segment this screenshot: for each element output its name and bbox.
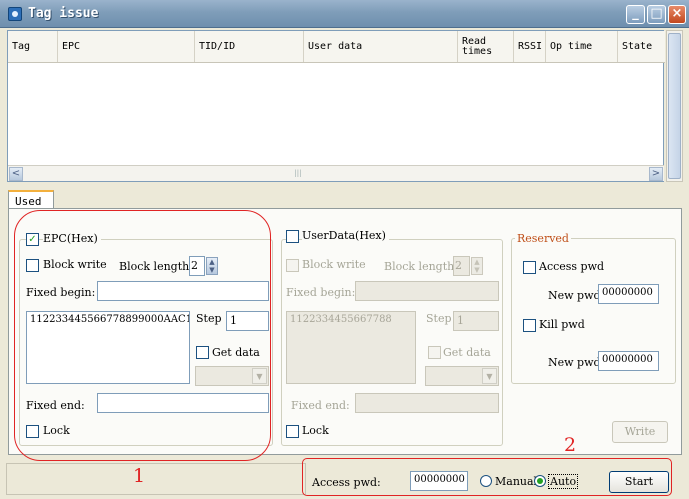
userdata-hex-checkbox[interactable] bbox=[286, 230, 299, 243]
userdata-block-length-label: Block length: bbox=[384, 260, 458, 273]
annotation-number-1: 1 bbox=[133, 465, 146, 487]
auto-label: Auto bbox=[548, 474, 579, 489]
annotation-circle-1 bbox=[14, 210, 271, 461]
userdata-block-length-spinner-icon: ▲ ▼ bbox=[471, 257, 483, 275]
app-icon bbox=[8, 7, 22, 21]
tab-used[interactable]: Used bbox=[8, 190, 54, 209]
minimize-button[interactable]: _ bbox=[626, 5, 645, 24]
tag-issue-window: Tag issue _ □ × Tag EPC TID/ID User data… bbox=[0, 0, 689, 499]
userdata-hex-label: UserData(Hex) bbox=[302, 229, 389, 242]
scroll-right-icon[interactable]: > bbox=[649, 167, 663, 181]
annotation-number-2: 2 bbox=[564, 434, 577, 456]
kill-pwd-label: Kill pwd bbox=[539, 318, 585, 331]
footer-access-pwd-label: Access pwd: bbox=[312, 476, 381, 489]
userdata-fixed-end-input bbox=[355, 393, 499, 413]
manual-radio[interactable] bbox=[480, 475, 492, 487]
title-bar: Tag issue _ □ × bbox=[0, 0, 689, 28]
column-header-user-data[interactable]: User data bbox=[304, 31, 458, 62]
maximize-button[interactable]: □ bbox=[647, 5, 666, 24]
scroll-left-icon[interactable]: < bbox=[9, 167, 23, 181]
userdata-step-input: 1 bbox=[453, 311, 499, 331]
auto-radio[interactable] bbox=[534, 475, 546, 487]
start-button[interactable]: Start bbox=[609, 471, 669, 493]
write-button[interactable]: Write bbox=[612, 421, 668, 443]
userdata-fixed-begin-input bbox=[355, 281, 499, 301]
footer-access-pwd-input[interactable]: 00000000 bbox=[410, 471, 468, 491]
vertical-scrollbar[interactable] bbox=[666, 30, 683, 182]
column-header-tag[interactable]: Tag bbox=[8, 31, 58, 62]
status-bar: 1 Access pwd: 00000000 Manual Auto Start bbox=[0, 458, 689, 499]
used-tab-panel: ✓ EPC(Hex) Block write Block length: 2 ▲… bbox=[8, 208, 682, 461]
access-pwd-checkbox[interactable] bbox=[523, 261, 536, 274]
userdata-fixed-begin-label: Fixed begin: bbox=[286, 286, 356, 299]
column-header-rssi[interactable]: RSSI bbox=[514, 31, 546, 62]
userdata-get-data-label: Get data bbox=[443, 346, 491, 359]
userdata-block-length-input: 2 bbox=[453, 256, 470, 276]
status-left-pane bbox=[6, 463, 306, 495]
userdata-lock-label: Lock bbox=[302, 424, 329, 437]
userdata-fixed-end-label: Fixed end: bbox=[291, 399, 350, 412]
scroll-grip-icon: ||| bbox=[294, 169, 302, 177]
close-button[interactable]: × bbox=[668, 5, 686, 24]
column-header-read-times[interactable]: Read times bbox=[458, 31, 514, 62]
manual-label: Manual bbox=[495, 475, 538, 488]
vertical-scroll-thumb[interactable] bbox=[668, 33, 681, 179]
userdata-get-data-select: ▼ bbox=[425, 366, 499, 386]
chevron-down-icon: ▼ bbox=[482, 368, 497, 384]
column-header-tid[interactable]: TID/ID bbox=[195, 31, 304, 62]
window-title: Tag issue bbox=[28, 6, 99, 21]
userdata-get-data-checkbox bbox=[428, 346, 441, 359]
new-pwd-label-2: New pwd: bbox=[548, 356, 605, 369]
userdata-data-textarea: 1122334455667788 bbox=[286, 311, 416, 384]
access-new-pwd-input[interactable]: 00000000 bbox=[598, 284, 659, 304]
userdata-lock-checkbox[interactable] bbox=[286, 425, 299, 438]
userdata-block-write-checkbox bbox=[286, 259, 299, 272]
tag-list-view[interactable]: Tag EPC TID/ID User data Read times RSSI… bbox=[7, 30, 665, 182]
new-pwd-label-1: New pwd: bbox=[548, 289, 605, 302]
kill-pwd-checkbox[interactable] bbox=[523, 319, 536, 332]
column-header-state[interactable]: State bbox=[618, 31, 664, 62]
userdata-step-label: Step bbox=[426, 312, 452, 325]
reserved-title: Reserved bbox=[515, 232, 571, 245]
horizontal-scrollbar[interactable]: < ||| > bbox=[8, 165, 664, 181]
userdata-block-write-label: Block write bbox=[302, 258, 366, 271]
list-header: Tag EPC TID/ID User data Read times RSSI… bbox=[8, 31, 665, 63]
column-header-epc[interactable]: EPC bbox=[58, 31, 195, 62]
kill-new-pwd-input[interactable]: 00000000 bbox=[598, 351, 659, 371]
access-pwd-label: Access pwd bbox=[539, 260, 605, 273]
column-header-op-time[interactable]: Op time bbox=[546, 31, 618, 62]
